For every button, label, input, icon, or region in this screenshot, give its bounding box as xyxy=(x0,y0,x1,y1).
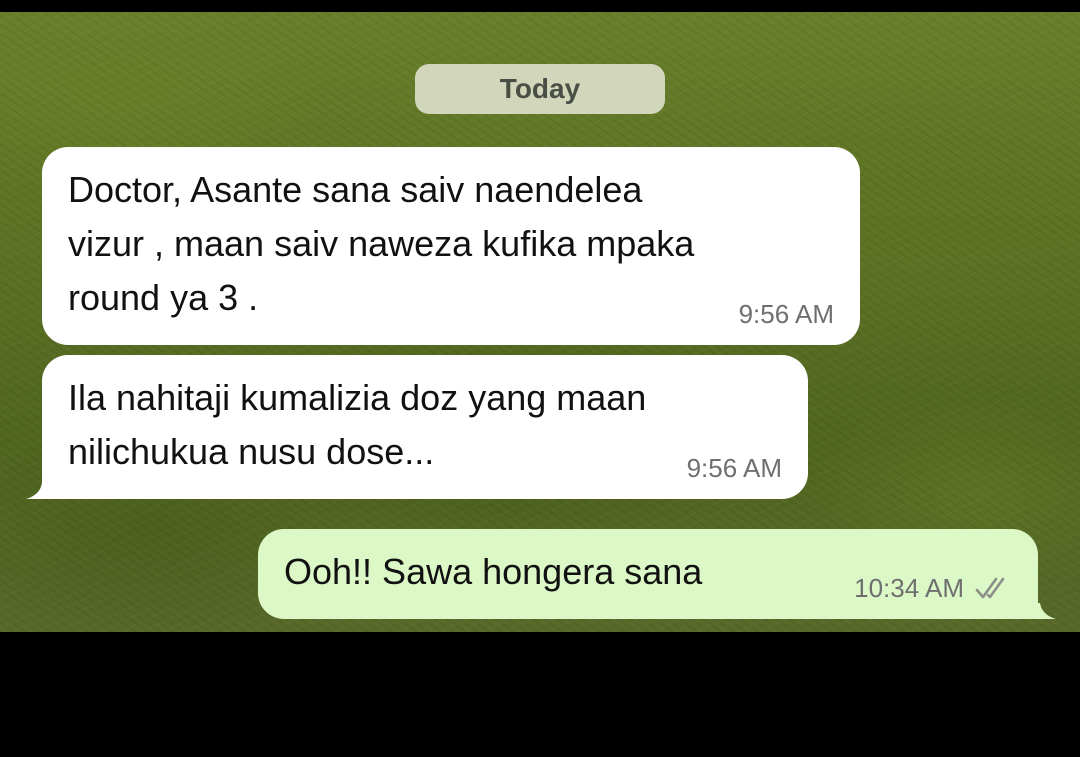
incoming-message-bubble[interactable]: Doctor, Asante sana saiv naendelea vizur… xyxy=(42,147,860,345)
screenshot-frame: Today Doctor, Asante sana saiv naendelea… xyxy=(0,0,1080,757)
outgoing-message-bubble[interactable]: Ooh!! Sawa hongera sana 10:34 AM xyxy=(258,529,1038,619)
double-check-icon xyxy=(975,577,1005,599)
message-timestamp: 10:34 AM xyxy=(854,573,964,603)
message-timestamp: 9:56 AM xyxy=(686,453,782,483)
message-timestamp: 9:56 AM xyxy=(738,299,834,329)
date-chip: Today xyxy=(415,64,665,114)
incoming-message-bubble[interactable]: Ila nahitaji kumalizia doz yang maan nil… xyxy=(42,355,808,499)
